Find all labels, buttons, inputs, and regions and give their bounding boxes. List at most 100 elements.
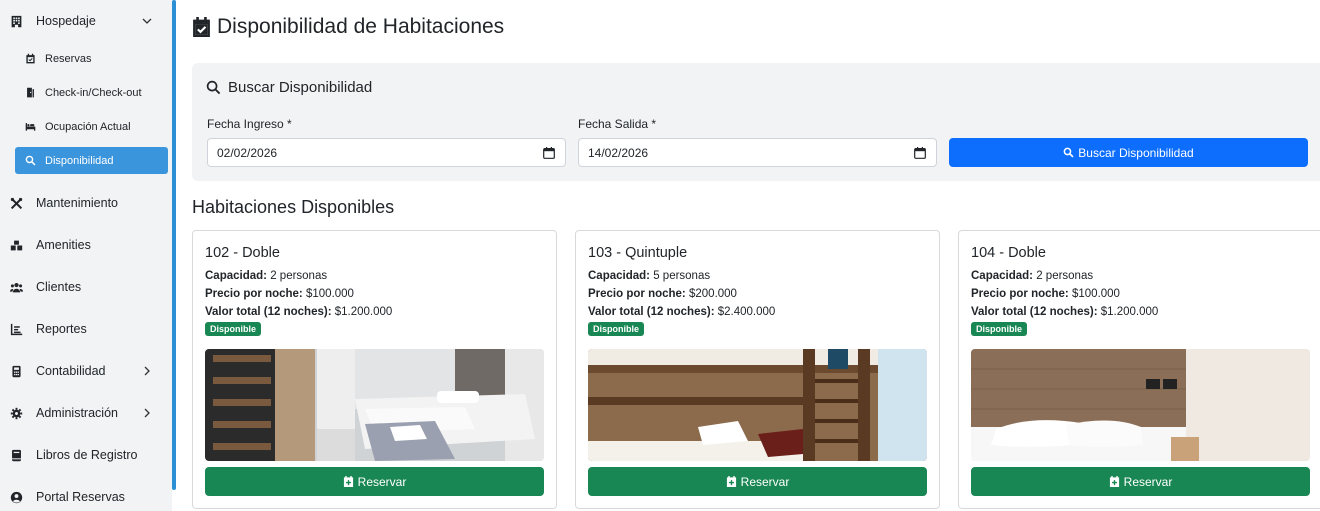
sidebar-item-label: Hospedaje [36,14,96,28]
calendar-plus-icon [343,476,354,487]
price-label: Precio por noche: [588,288,686,300]
search-panel: Buscar Disponibilidad Fecha Ingreso * 02… [192,63,1320,181]
reserve-button[interactable]: Reservar [971,467,1310,496]
page-title-text: Disponibilidad de Habitaciones [217,15,505,38]
room-total: Valor total (12 noches): $2.400.000 [588,306,775,318]
sidebar-subitem-label: Reservas [45,52,92,65]
capacity-value: 5 personas [653,270,711,282]
reserve-button-label: Reservar [357,474,407,489]
checkin-date-input[interactable]: 02/02/2026 [207,138,566,167]
price-label: Precio por noche: [205,288,303,300]
total-label: Valor total (12 noches): [205,306,332,318]
reserve-button-label: Reservar [740,474,790,489]
sidebar-subitem-label: Check-in/Check-out [45,86,142,99]
calendar-plus-icon [1109,476,1120,487]
reserve-button[interactable]: Reservar [588,467,927,496]
sidebar-item-label: Amenities [36,238,91,252]
capacity-value: 2 personas [1036,270,1094,282]
boxes-icon [9,238,23,252]
sidebar-item-label: Libros de Registro [36,448,138,462]
calendar-check-icon [192,16,211,38]
sidebar-scrollbar[interactable] [172,0,176,490]
room-card: 103 - Quintuple Capacidad: 5 personas Pr… [575,230,940,509]
room-capacity: Capacidad: 2 personas [205,270,327,282]
sidebar-item-clientes[interactable]: Clientes [0,274,172,300]
sidebar-item-label: Administración [36,406,118,420]
sidebar-item-administracion[interactable]: Administración [0,400,172,426]
room-name: 103 - Quintuple [588,245,688,261]
search-panel-title-text: Buscar Disponibilidad [228,79,373,96]
sidebar-subitem-label: Disponibilidad [45,154,114,167]
chart-icon [9,322,23,336]
room-photo [971,349,1310,461]
sidebar-subitem-reservas[interactable]: Reservas [15,45,168,72]
sidebar-item-label: Mantenimiento [36,196,118,210]
gear-icon [9,406,23,420]
door-icon [24,87,36,99]
status-badge: Disponible [971,322,1028,336]
capacity-label: Capacidad: [205,270,267,282]
checkin-label: Fecha Ingreso * [207,117,292,131]
status-badge: Disponible [205,322,262,336]
room-capacity: Capacidad: 2 personas [971,270,1093,282]
sidebar-item-contabilidad[interactable]: Contabilidad [0,358,172,384]
total-value: $2.400.000 [717,306,776,318]
sidebar-item-label: Reportes [36,322,87,336]
checkin-date-value: 02/02/2026 [217,145,278,160]
calendar-icon[interactable] [914,147,926,159]
sidebar-subitem-label: Ocupación Actual [45,120,131,133]
search-availability-button-label: Buscar Disponibilidad [1078,145,1194,160]
calendar-icon[interactable] [543,147,555,159]
price-label: Precio por noche: [971,288,1069,300]
sidebar-item-libros[interactable]: Libros de Registro [0,442,172,468]
room-photo [588,349,927,461]
reserve-button[interactable]: Reservar [205,467,544,496]
sidebar-item-hospedaje[interactable]: Hospedaje [0,8,172,34]
room-name: 104 - Doble [971,245,1046,261]
checkout-date-input[interactable]: 14/02/2026 [578,138,937,167]
users-icon [9,280,23,294]
search-icon [1063,147,1074,158]
user-circle-icon [9,490,23,504]
search-panel-title: Buscar Disponibilidad [206,79,372,96]
search-icon [206,80,221,95]
room-photo [205,349,544,461]
book-icon [9,448,23,462]
sidebar-item-label: Contabilidad [36,364,106,378]
room-price: Precio por noche: $100.000 [205,288,354,300]
page-title: Disponibilidad de Habitaciones [192,15,504,39]
sidebar-item-mantenimiento[interactable]: Mantenimiento [0,190,172,216]
calendar-check-icon [24,53,36,65]
calculator-icon [9,364,23,378]
search-availability-button[interactable]: Buscar Disponibilidad [949,138,1308,167]
sidebar-item-amenities[interactable]: Amenities [0,232,172,258]
total-label: Valor total (12 noches): [971,306,1098,318]
total-value: $1.200.000 [334,306,393,318]
sidebar-subitem-ocupacion[interactable]: Ocupación Actual [15,113,168,140]
chevron-right-icon [144,366,150,376]
sidebar-subitem-disponibilidad[interactable]: Disponibilidad [15,147,168,174]
status-badge: Disponible [588,322,645,336]
price-value: $100.000 [1071,288,1120,300]
room-card: 102 - Doble Capacidad: 2 personas Precio… [192,230,557,509]
sidebar-item-label: Clientes [36,280,82,294]
bed-icon [24,121,36,133]
room-total: Valor total (12 noches): $1.200.000 [205,306,392,318]
sidebar-item-reportes[interactable]: Reportes [0,316,172,342]
checkout-date-value: 14/02/2026 [588,145,649,160]
capacity-label: Capacidad: [588,270,650,282]
calendar-plus-icon [726,476,737,487]
reserve-button-label: Reservar [1123,474,1173,489]
sidebar: Hospedaje Reservas Check-in/Check-out Oc… [0,0,172,511]
room-card: 104 - Doble Capacidad: 2 personas Precio… [958,230,1320,509]
capacity-label: Capacidad: [971,270,1033,282]
price-value: $200.000 [688,288,737,300]
sidebar-subitem-checkin[interactable]: Check-in/Check-out [15,79,168,106]
total-label: Valor total (12 noches): [588,306,715,318]
sidebar-item-label: Portal Reservas [36,490,125,504]
available-rooms-title: Habitaciones Disponibles [192,197,395,217]
room-total: Valor total (12 noches): $1.200.000 [971,306,1158,318]
total-value: $1.200.000 [1100,306,1159,318]
capacity-value: 2 personas [270,270,328,282]
sidebar-item-portal[interactable]: Portal Reservas [0,484,172,510]
